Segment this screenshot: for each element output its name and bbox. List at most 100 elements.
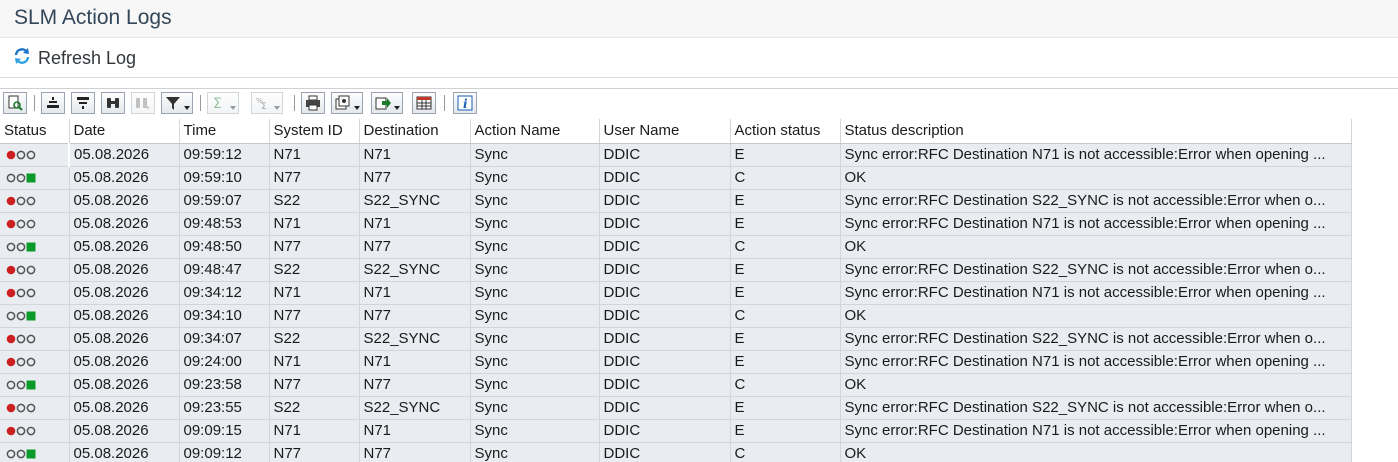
system-id-cell[interactable]: S22 xyxy=(269,396,360,420)
system-id-cell[interactable]: N71 xyxy=(269,143,360,167)
table-row[interactable]: 05.08.2026 09:59:12 N71 N71 Sync DDIC E Sync er… xyxy=(0,143,1352,167)
status-cell[interactable] xyxy=(0,212,70,236)
subtotal-button[interactable]: % Σ xyxy=(251,92,283,114)
action-status-cell[interactable]: C xyxy=(730,373,841,397)
time-cell[interactable]: 09:48:53 xyxy=(179,212,270,236)
system-id-cell[interactable]: N77 xyxy=(269,373,360,397)
action-name-cell[interactable]: Sync xyxy=(470,373,600,397)
status-cell[interactable] xyxy=(0,396,70,420)
user-name-cell[interactable]: DDIC xyxy=(599,281,731,305)
date-cell[interactable]: 05.08.2026 xyxy=(69,212,180,236)
status-description-cell[interactable]: Sync error:RFC Destination S22_SYNC is n… xyxy=(840,189,1352,213)
information-button[interactable]: i xyxy=(453,92,477,114)
action-status-cell[interactable]: E xyxy=(730,281,841,305)
status-description-cell[interactable]: Sync error:RFC Destination N71 is not ac… xyxy=(840,143,1352,167)
destination-cell[interactable]: N71 xyxy=(359,350,471,374)
sort-ascending-button[interactable] xyxy=(41,92,65,114)
date-cell[interactable]: 05.08.2026 xyxy=(69,327,180,351)
user-name-cell[interactable]: DDIC xyxy=(599,235,731,259)
action-name-cell[interactable]: Sync xyxy=(470,166,600,190)
total-button[interactable]: Σ xyxy=(207,92,239,114)
system-id-cell[interactable]: N71 xyxy=(269,212,360,236)
system-id-cell[interactable]: S22 xyxy=(269,189,360,213)
status-description-cell[interactable]: Sync error:RFC Destination N71 is not ac… xyxy=(840,350,1352,374)
table-row[interactable]: 05.08.2026 09:23:58 N77 N77 Sync DDIC C OK xyxy=(0,373,1352,397)
date-cell[interactable]: 05.08.2026 xyxy=(68,143,180,167)
action-status-cell[interactable]: E xyxy=(730,258,841,282)
table-row[interactable]: 05.08.2026 09:34:12 N71 N71 Sync DDIC E Sync er… xyxy=(0,281,1352,305)
system-id-cell[interactable]: N77 xyxy=(269,235,360,259)
sort-descending-button[interactable] xyxy=(71,92,95,114)
date-cell[interactable]: 05.08.2026 xyxy=(69,419,180,443)
action-name-cell[interactable]: Sync xyxy=(470,442,600,462)
column-header-action-status[interactable]: Action status xyxy=(730,119,841,144)
refresh-log-button[interactable]: Refresh Log xyxy=(12,46,136,70)
user-name-cell[interactable]: DDIC xyxy=(599,258,731,282)
status-cell[interactable] xyxy=(0,419,70,443)
system-id-cell[interactable]: N77 xyxy=(269,166,360,190)
action-status-cell[interactable]: E xyxy=(730,327,841,351)
table-row[interactable]: 05.08.2026 09:48:50 N77 N77 Sync DDIC C OK xyxy=(0,235,1352,259)
status-cell[interactable] xyxy=(0,327,70,351)
user-name-cell[interactable]: DDIC xyxy=(599,373,731,397)
destination-cell[interactable]: N77 xyxy=(359,442,471,462)
time-cell[interactable]: 09:59:12 xyxy=(179,143,270,167)
time-cell[interactable]: 09:48:47 xyxy=(179,258,270,282)
date-cell[interactable]: 05.08.2026 xyxy=(69,258,180,282)
system-id-cell[interactable]: N77 xyxy=(269,442,360,462)
user-name-cell[interactable]: DDIC xyxy=(599,143,731,167)
system-id-cell[interactable]: S22 xyxy=(269,258,360,282)
time-cell[interactable]: 09:59:10 xyxy=(179,166,270,190)
date-cell[interactable]: 05.08.2026 xyxy=(69,304,180,328)
action-status-cell[interactable]: E xyxy=(730,189,841,213)
status-description-cell[interactable]: Sync error:RFC Destination S22_SYNC is n… xyxy=(840,258,1352,282)
status-cell[interactable] xyxy=(0,189,70,213)
user-name-cell[interactable]: DDIC xyxy=(599,166,731,190)
action-name-cell[interactable]: Sync xyxy=(470,235,600,259)
find-next-button[interactable]: + xyxy=(131,92,155,114)
time-cell[interactable]: 09:09:12 xyxy=(179,442,270,462)
time-cell[interactable]: 09:09:15 xyxy=(179,419,270,443)
user-name-cell[interactable]: DDIC xyxy=(599,350,731,374)
table-row[interactable]: 05.08.2026 09:09:15 N71 N71 Sync DDIC E Sync er… xyxy=(0,419,1352,443)
column-header-destination[interactable]: Destination xyxy=(359,119,471,144)
system-id-cell[interactable]: S22 xyxy=(269,327,360,351)
date-cell[interactable]: 05.08.2026 xyxy=(69,189,180,213)
time-cell[interactable]: 09:59:07 xyxy=(179,189,270,213)
destination-cell[interactable]: N77 xyxy=(359,373,471,397)
table-row[interactable]: 05.08.2026 09:09:12 N77 N77 Sync DDIC C OK xyxy=(0,442,1352,462)
destination-cell[interactable]: N71 xyxy=(359,281,471,305)
time-cell[interactable]: 09:34:10 xyxy=(179,304,270,328)
column-header-time[interactable]: Time xyxy=(179,119,270,144)
column-header-system-id[interactable]: System ID xyxy=(269,119,360,144)
table-row[interactable]: 05.08.2026 09:48:47 S22 S22_SYNC Sync DDIC E Sy… xyxy=(0,258,1352,282)
status-cell[interactable] xyxy=(0,258,70,282)
system-id-cell[interactable]: N71 xyxy=(269,281,360,305)
status-description-cell[interactable]: Sync error:RFC Destination N71 is not ac… xyxy=(840,212,1352,236)
action-status-cell[interactable]: C xyxy=(730,442,841,462)
action-name-cell[interactable]: Sync xyxy=(470,143,600,167)
action-name-cell[interactable]: Sync xyxy=(470,327,600,351)
action-name-cell[interactable]: Sync xyxy=(470,189,600,213)
time-cell[interactable]: 09:23:55 xyxy=(179,396,270,420)
action-name-cell[interactable]: Sync xyxy=(470,419,600,443)
find-button[interactable] xyxy=(101,92,125,114)
action-name-cell[interactable]: Sync xyxy=(470,212,600,236)
action-status-cell[interactable]: E xyxy=(730,350,841,374)
status-cell[interactable] xyxy=(0,442,70,462)
destination-cell[interactable]: S22_SYNC xyxy=(359,258,471,282)
date-cell[interactable]: 05.08.2026 xyxy=(69,350,180,374)
status-description-cell[interactable]: OK xyxy=(840,373,1352,397)
status-cell[interactable] xyxy=(0,373,70,397)
action-status-cell[interactable]: C xyxy=(730,235,841,259)
status-description-cell[interactable]: OK xyxy=(840,442,1352,462)
destination-cell[interactable]: N71 xyxy=(359,419,471,443)
action-status-cell[interactable]: C xyxy=(730,166,841,190)
column-header-date[interactable]: Date xyxy=(69,119,180,144)
system-id-cell[interactable]: N77 xyxy=(269,304,360,328)
destination-cell[interactable]: N77 xyxy=(359,304,471,328)
user-name-cell[interactable]: DDIC xyxy=(599,396,731,420)
status-description-cell[interactable]: OK xyxy=(840,235,1352,259)
export-button[interactable] xyxy=(371,92,403,114)
status-cell[interactable] xyxy=(0,350,70,374)
